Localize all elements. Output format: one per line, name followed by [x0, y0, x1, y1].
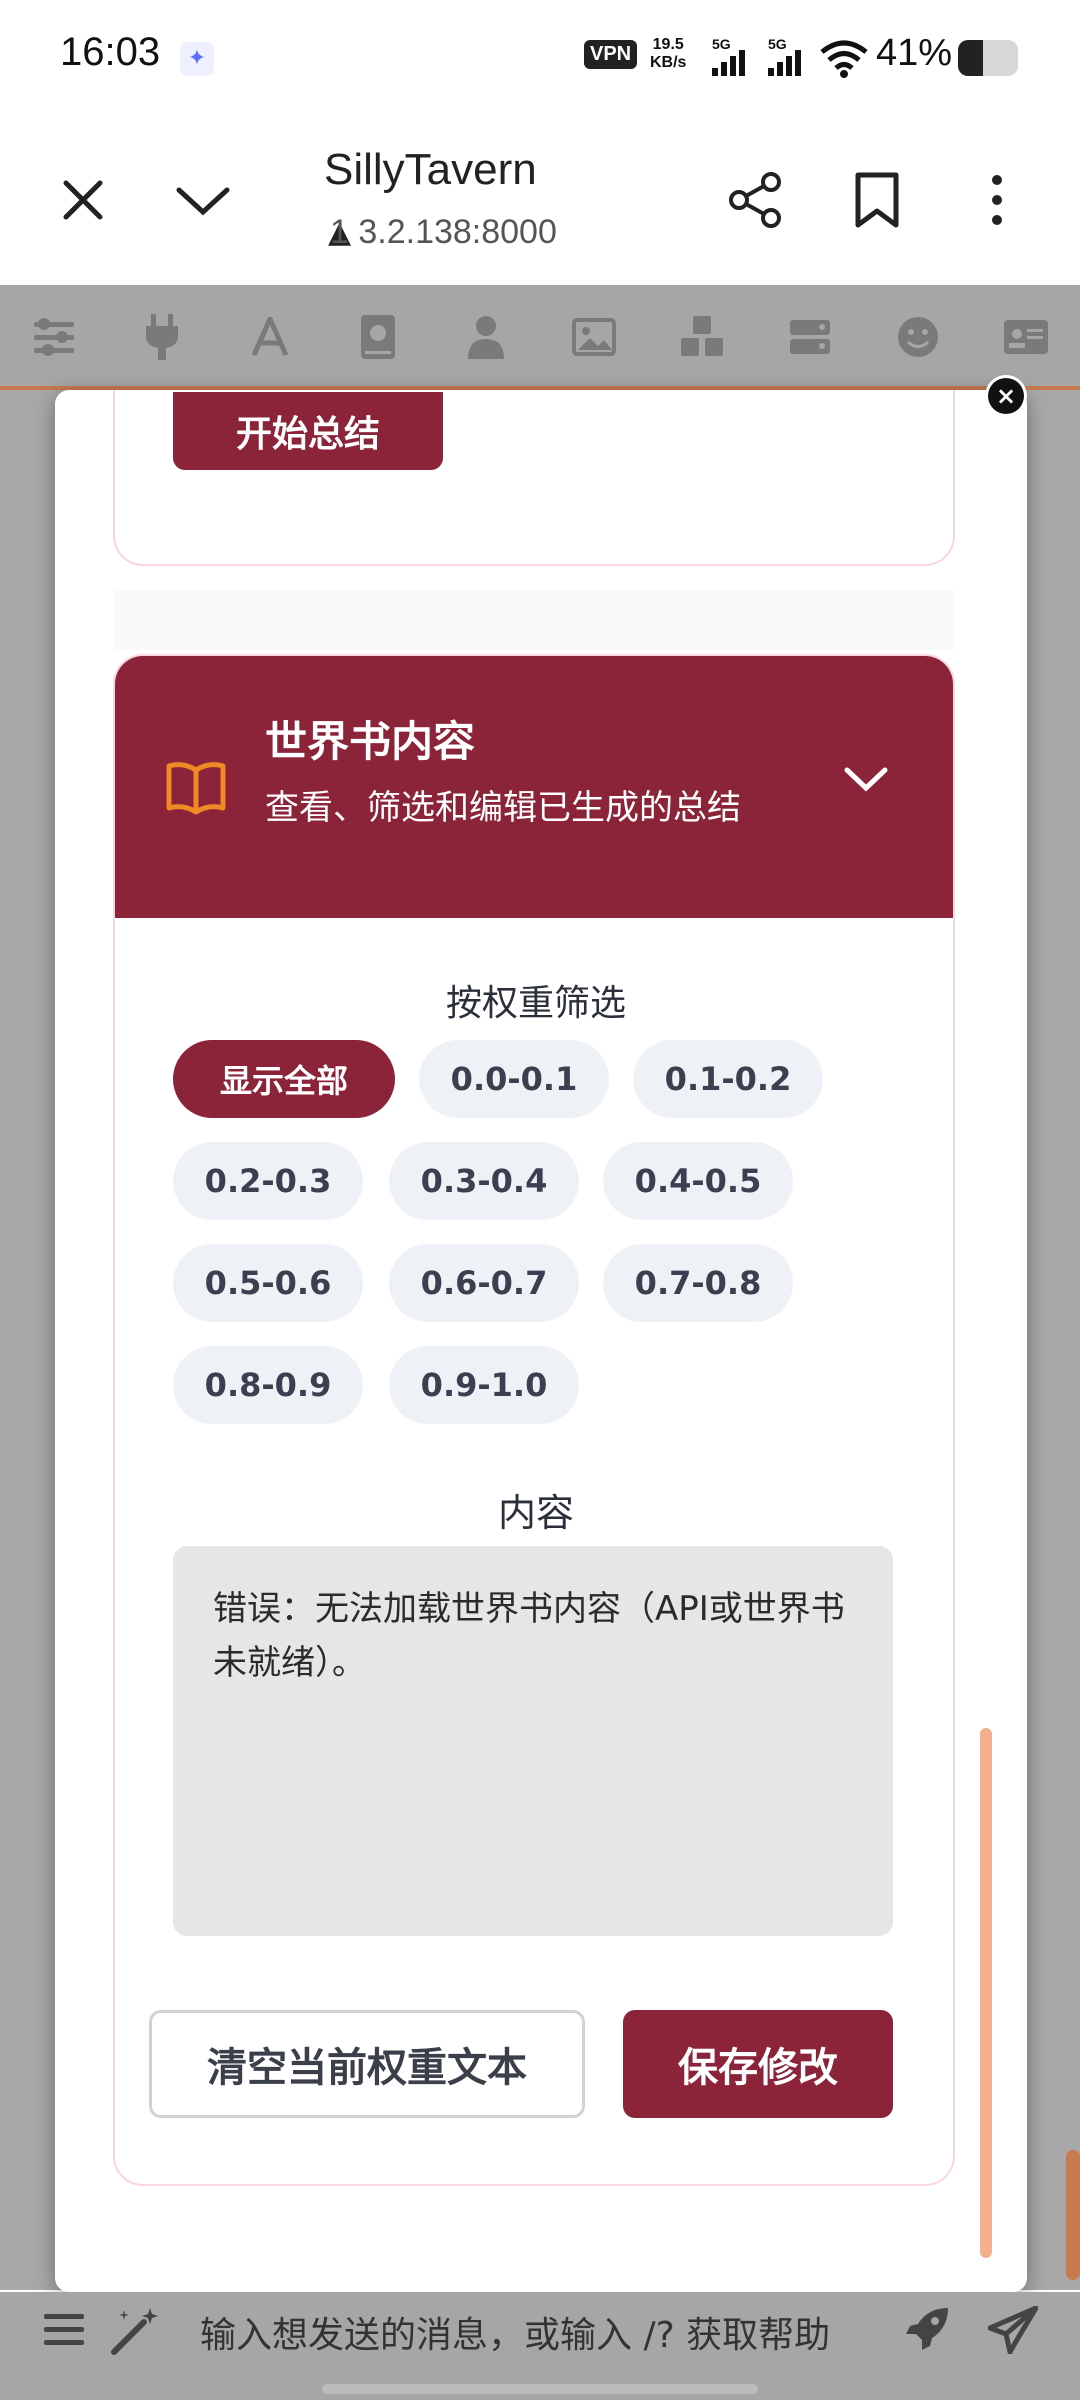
open-book-icon: [166, 762, 226, 815]
share-icon[interactable]: [720, 165, 790, 235]
smile-icon[interactable]: [890, 309, 946, 365]
chip-0.5-0.6[interactable]: 0.5-0.6: [173, 1244, 363, 1322]
chevron-down-icon[interactable]: [168, 165, 238, 235]
battery-icon: [958, 40, 1018, 76]
book-icon[interactable]: [350, 309, 406, 365]
id-card-icon[interactable]: [998, 309, 1054, 365]
chip-0.6-0.7[interactable]: 0.6-0.7: [389, 1244, 579, 1322]
network-speed: 19.5 KB/s: [650, 36, 687, 71]
worldbook-title: 世界书内容: [265, 717, 476, 766]
chip-0.9-1.0[interactable]: 0.9-1.0: [389, 1346, 579, 1424]
chip-0.4-0.5[interactable]: 0.4-0.5: [603, 1142, 793, 1220]
chip-0.1-0.2[interactable]: 0.1-0.2: [633, 1040, 823, 1118]
page-title: SillyTavern: [324, 145, 537, 194]
more-vert-icon[interactable]: [962, 165, 1032, 235]
worldbook-card: 世界书内容 查看、筛选和编辑已生成的总结 按权重筛选 显示全部 0.0-0.1 …: [113, 654, 955, 2186]
user-icon[interactable]: [458, 309, 514, 365]
wifi-icon: [820, 40, 868, 78]
chip-0.3-0.4[interactable]: 0.3-0.4: [389, 1142, 579, 1220]
chip-0.7-0.8[interactable]: 0.7-0.8: [603, 1244, 793, 1322]
browser-header: SillyTavern ▲ 1 3.2.138:8000: [0, 115, 1080, 285]
modal-scrollbar[interactable]: [980, 1728, 992, 2258]
font-icon[interactable]: [242, 309, 298, 365]
clear-weight-text-button[interactable]: 清空当前权重文本: [149, 2010, 585, 2118]
chip-0.0-0.1[interactable]: 0.0-0.1: [419, 1040, 609, 1118]
worldbook-content-textarea[interactable]: 错误：无法加载世界书内容（API或世界书未就绪）。: [173, 1546, 893, 1936]
chip-0.2-0.3[interactable]: 0.2-0.3: [173, 1142, 363, 1220]
modal-close-button[interactable]: ×: [988, 378, 1024, 414]
weight-filter-title: 按权重筛选: [445, 983, 626, 1024]
battery-percent: 41%: [876, 32, 953, 74]
chip-show-all[interactable]: 显示全部: [173, 1040, 395, 1118]
start-summary-button[interactable]: 开始总结: [173, 392, 443, 470]
vpn-badge: VPN: [584, 40, 638, 69]
status-bar: 16:03 ✦ VPN 19.5 KB/s 5G 5G 41%: [0, 0, 1080, 115]
send-icon[interactable]: [988, 2306, 1038, 2354]
image-icon[interactable]: [566, 309, 622, 365]
worldbook-subtitle: 查看、筛选和编辑已生成的总结: [265, 788, 741, 828]
message-input-bar: 输入想发送的消息，或输入 /? 获取帮助: [0, 2292, 1080, 2372]
gesture-nav-handle[interactable]: [322, 2384, 758, 2394]
page-url[interactable]: 1 3.2.138:8000: [330, 213, 557, 252]
magic-wand-icon[interactable]: [110, 2306, 162, 2356]
worldbook-header[interactable]: 世界书内容 查看、筛选和编辑已生成的总结: [115, 656, 953, 918]
page-scrollbar[interactable]: [1066, 2150, 1080, 2280]
summary-card: 开始总结: [113, 390, 955, 566]
cell-signal-icon-2: [768, 50, 801, 76]
bookmark-icon[interactable]: [842, 165, 912, 235]
summary-modal: 开始总结 世界书内容 查看、筛选和编辑已生成的总结 按权重筛选 显示全部 0.0…: [55, 390, 1027, 2292]
app-notification-icon: ✦: [180, 42, 214, 76]
chip-0.8-0.9[interactable]: 0.8-0.9: [173, 1346, 363, 1424]
cubes-icon[interactable]: [674, 309, 730, 365]
sliders-icon[interactable]: [26, 309, 82, 365]
server-icon[interactable]: [782, 309, 838, 365]
tavern-toolbar: [0, 285, 1080, 390]
chevron-down-icon[interactable]: [843, 764, 889, 794]
menu-icon[interactable]: [44, 2312, 84, 2348]
plug-icon[interactable]: [134, 309, 190, 365]
cell-signal-icon-1: [712, 50, 745, 76]
content-title: 内容: [497, 1491, 574, 1535]
save-changes-button[interactable]: 保存修改: [623, 2010, 893, 2118]
close-icon[interactable]: [48, 165, 118, 235]
status-time: 16:03: [60, 30, 161, 74]
rocket-icon[interactable]: [902, 2304, 952, 2354]
message-input[interactable]: 输入想发送的消息，或输入 /? 获取帮助: [200, 2306, 830, 2358]
